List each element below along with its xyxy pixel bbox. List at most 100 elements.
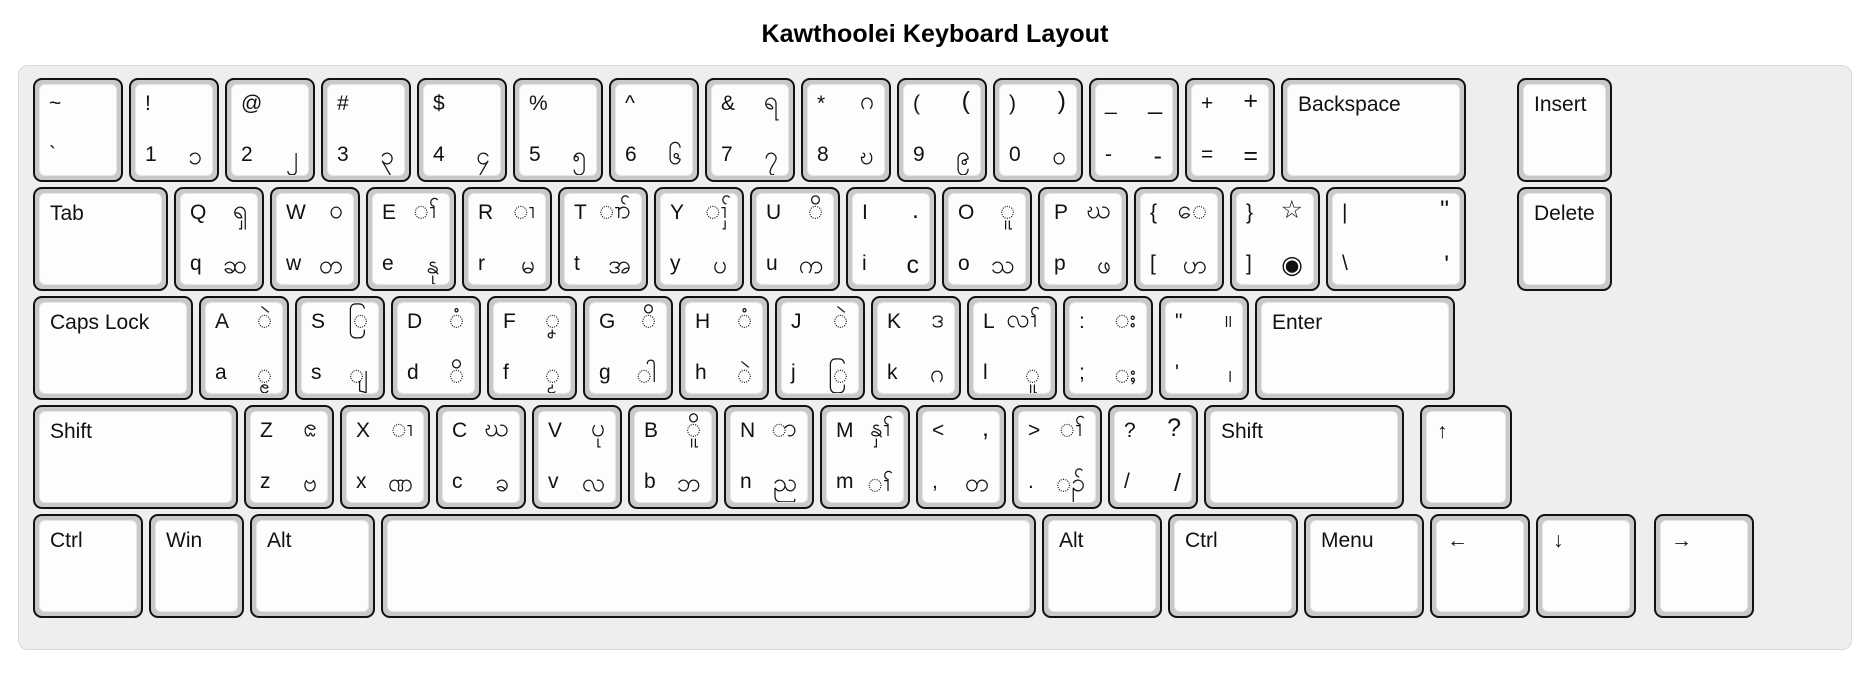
key-arrow-down-label: ↓: [1553, 529, 1564, 552]
key-tab[interactable]: Tab: [33, 187, 168, 291]
key-slash[interactable]: ? /? /: [1108, 405, 1198, 509]
key-equal[interactable]: + = + =: [1185, 78, 1275, 182]
key-4[interactable]: $4 ၄: [417, 78, 507, 182]
key-n[interactable]: Nnာည: [724, 405, 814, 509]
key-backslash[interactable]: | \ " ': [1326, 187, 1466, 291]
key-backquote[interactable]: ~ `: [33, 78, 123, 182]
key-o[interactable]: Ooူသ: [942, 187, 1032, 291]
key-p[interactable]: Pp ဃဖ: [1038, 187, 1128, 291]
key-shift-left-cap: Shift: [39, 411, 232, 503]
key-quote[interactable]: " ' ။၊: [1159, 296, 1249, 400]
key-u[interactable]: Uuိက: [750, 187, 840, 291]
key-d[interactable]: Ddံိ: [391, 296, 481, 400]
key-enter[interactable]: Enter: [1255, 296, 1455, 400]
key-backspace-cap: Backspace: [1287, 84, 1460, 176]
key-comma[interactable]: <,, တ: [916, 405, 1006, 509]
key-bracketright[interactable]: }] ☆ ◉: [1230, 187, 1320, 291]
key-9-legend-tl: (: [913, 92, 920, 115]
key-arrow-right-label: →: [1671, 529, 1692, 552]
key-z[interactable]: Zz ၕဗ: [244, 405, 334, 509]
key-8[interactable]: * 8 ဂဎ: [801, 78, 891, 182]
key-bracketleft[interactable]: {[ေဟ: [1134, 187, 1224, 291]
key-period-legend-br: ၣ်: [1055, 469, 1085, 497]
key-v[interactable]: Vv ပုလ: [532, 405, 622, 509]
key-period[interactable]: >.ၢ်ၣ်: [1012, 405, 1102, 509]
key-comma-legend-tl: <: [932, 419, 945, 442]
key-0[interactable]: ) 0) ၀: [993, 78, 1083, 182]
key-4-cap: $4 ၄: [423, 84, 501, 176]
key-menu[interactable]: Menu: [1304, 514, 1424, 618]
key-6-legend-br: ၆: [667, 142, 682, 170]
key-7[interactable]: & 7 ရ၇: [705, 78, 795, 182]
key-semicolon[interactable]: :;းႈ: [1063, 296, 1153, 400]
key-6[interactable]: ^ 6 ၆: [609, 78, 699, 182]
key-backspace[interactable]: Backspace: [1281, 78, 1466, 182]
key-k[interactable]: Kk ဒဂ: [871, 296, 961, 400]
key-w-cap: Ww ဝတ: [276, 193, 354, 285]
key-g[interactable]: Ggိါ: [583, 296, 673, 400]
key-p-cap: Pp ဃဖ: [1044, 193, 1122, 285]
key-capslock-label: Caps Lock: [50, 311, 150, 334]
key-backslash-cap: | \ " ': [1332, 193, 1460, 285]
key-v-legend-tr: ပု: [590, 414, 605, 442]
key-3-legend-bl: 3: [337, 143, 349, 166]
key-s[interactable]: Ssြျ: [295, 296, 385, 400]
key-y-legend-br: ပ: [712, 251, 727, 279]
key-j[interactable]: Jjဲြ: [775, 296, 865, 400]
key-r-legend-br: မ: [520, 251, 535, 279]
key-9[interactable]: (9 (၉: [897, 78, 987, 182]
key-q[interactable]: Qq ၡဆ: [174, 187, 264, 291]
key-ctrl-left[interactable]: Ctrl: [33, 514, 143, 618]
key-slash-legend-bl: /: [1124, 470, 1130, 493]
key-enter-cap: Enter: [1261, 302, 1449, 394]
key-c-legend-br: ခ: [494, 469, 509, 497]
key-m[interactable]: Mm နှၢ်ၢ်: [820, 405, 910, 509]
key-alt-left-label: Alt: [267, 529, 292, 552]
key-arrow-right[interactable]: →: [1654, 514, 1754, 618]
key-4-legend-tl: $: [433, 92, 445, 115]
key-b[interactable]: Bbိူဘ: [628, 405, 718, 509]
key-n-cap: Nnာည: [730, 411, 808, 503]
key-arrow-up[interactable]: ↑: [1420, 405, 1512, 509]
key-2[interactable]: @2 ၂: [225, 78, 315, 182]
key-l[interactable]: Ll လၢ်ူ: [967, 296, 1057, 400]
key-t[interactable]: Ttၢာ်အ: [558, 187, 648, 291]
key-y[interactable]: Yyၢှ်ပ: [654, 187, 744, 291]
key-8-legend-br: ဎ: [859, 142, 874, 170]
key-capslock[interactable]: Caps Lock: [33, 296, 193, 400]
key-alt-right[interactable]: Alt: [1042, 514, 1162, 618]
key-5[interactable]: % 5 ၅: [513, 78, 603, 182]
key-shift-right[interactable]: Shift: [1204, 405, 1404, 509]
key-2-legend-tl: @: [241, 92, 263, 115]
key-arrow-down[interactable]: ↓: [1536, 514, 1636, 618]
key-f[interactable]: Ffၞၟ: [487, 296, 577, 400]
key-e[interactable]: Eeၢ် နု: [366, 187, 456, 291]
key-i-legend-bl: i: [862, 252, 867, 275]
key-r[interactable]: Rrၢမ: [462, 187, 552, 291]
key-a[interactable]: Aaဲၘ: [199, 296, 289, 400]
key-w[interactable]: Ww ဝတ: [270, 187, 360, 291]
key-k-legend-tr: ဒ: [930, 305, 944, 333]
key-d-cap: Ddံိ: [397, 302, 475, 394]
qwerty-row: Tab Qq ၡဆ Ww ဝတ Eeၢ် နု Rrၢမ Ttၢာ်အ Yyၢှ်ပ Uuိက Ii.…: [33, 187, 1841, 291]
key-1[interactable]: ! 1 ၁: [129, 78, 219, 182]
key-period-cap: >.ၢ်ၣ်: [1018, 411, 1096, 503]
key-insert[interactable]: Insert: [1517, 78, 1612, 182]
key-0-legend-br: ၀: [1051, 142, 1066, 170]
key-win[interactable]: Win: [149, 514, 244, 618]
key-1-legend-tl: !: [145, 92, 151, 115]
key-3[interactable]: #3 ၃: [321, 78, 411, 182]
key-delete[interactable]: Delete: [1517, 187, 1612, 291]
key-x[interactable]: Xxၢဏ: [340, 405, 430, 509]
key-minus[interactable]: _ - _ -: [1089, 78, 1179, 182]
key-m-cap: Mm နှၢ်ၢ်: [826, 411, 904, 503]
key-c[interactable]: Cc ဃခ: [436, 405, 526, 509]
key-arrow-left[interactable]: ←: [1430, 514, 1530, 618]
key-shift-left[interactable]: Shift: [33, 405, 238, 509]
key-alt-left[interactable]: Alt: [250, 514, 375, 618]
key-ctrl-right[interactable]: Ctrl: [1168, 514, 1298, 618]
key-h[interactable]: Hhံဲ: [679, 296, 769, 400]
key-bracketright-legend-tl: }: [1246, 201, 1254, 224]
key-i[interactable]: Ii. c: [846, 187, 936, 291]
key-space[interactable]: [381, 514, 1036, 618]
